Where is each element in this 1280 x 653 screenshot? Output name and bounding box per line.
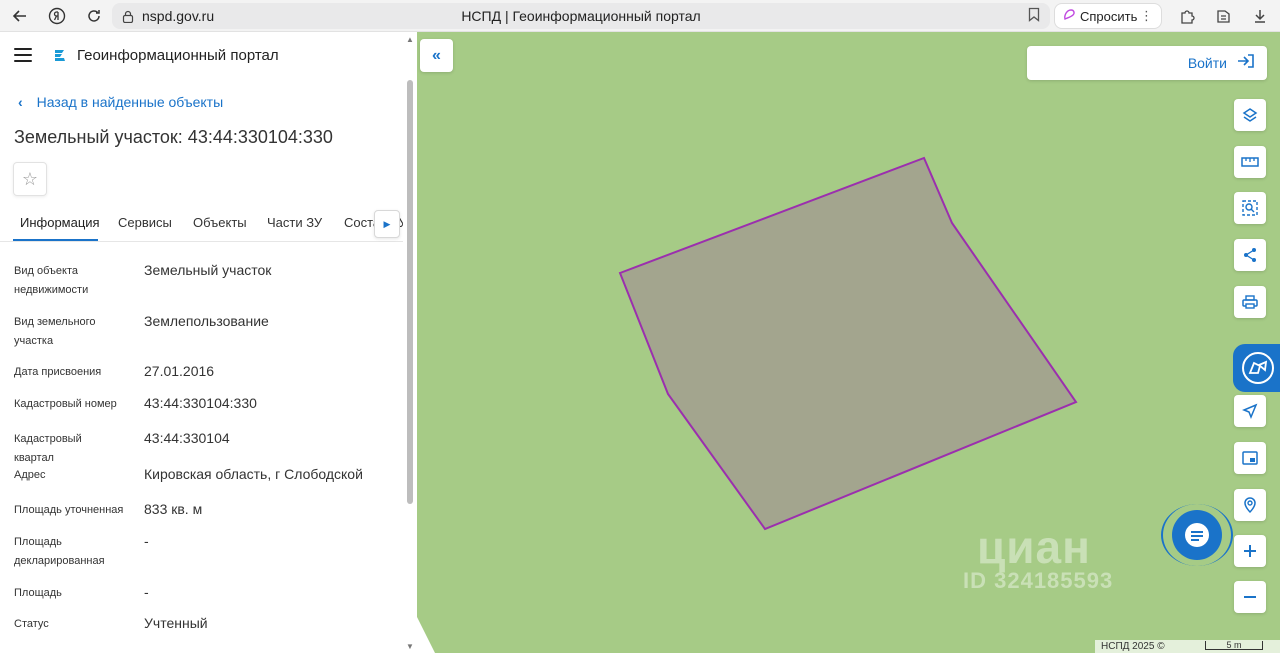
object-sidebar: Геоинформационный портал ‹ Назад в найде… <box>0 32 417 653</box>
zoom-in-button[interactable] <box>1234 535 1266 567</box>
yandex-icon[interactable] <box>39 0 75 32</box>
point-search-button[interactable] <box>1234 489 1266 521</box>
prop-value: Учтенный <box>144 615 208 631</box>
url-text: nspd.gov.ru <box>142 8 215 24</box>
scale-bar: 5 m <box>1205 641 1263 650</box>
layers-button[interactable] <box>1234 99 1266 131</box>
prop-label: Площадь декларированная <box>14 536 105 567</box>
copyright-text: НСПД 2025 © <box>1101 641 1165 652</box>
prop-label: Адрес <box>14 469 46 481</box>
chevron-left-icon: ‹ <box>18 94 23 110</box>
prop-value: 27.01.2016 <box>144 363 215 379</box>
prop-label: Вид объекта недвижимости <box>14 265 89 296</box>
reload-icon[interactable] <box>76 0 112 32</box>
portal-logo-icon <box>55 50 65 61</box>
prop-label: Кадастровый номер <box>14 398 117 410</box>
collections-icon[interactable] <box>1212 5 1234 27</box>
tab-objects[interactable]: Объекты <box>193 215 247 230</box>
back-to-results-link[interactable]: ‹ Назад в найденные объекты <box>18 94 223 110</box>
chat-icon <box>1185 523 1209 547</box>
watermark-brand: циан <box>977 521 1091 573</box>
plus-icon <box>1244 545 1256 557</box>
share-icon <box>1244 248 1256 262</box>
extensions-icon[interactable] <box>1176 5 1198 27</box>
login-icon <box>1237 53 1255 74</box>
print-button[interactable] <box>1234 286 1266 318</box>
address-bar[interactable]: nspd.gov.ru НСПД | Геоинформационный пор… <box>112 3 1050 29</box>
prop-value: - <box>144 533 149 549</box>
prop-label: Площадь <box>14 587 62 599</box>
land-parcel-polygon[interactable] <box>618 156 1078 531</box>
tab-information[interactable]: Информация <box>20 215 100 230</box>
prop-value: 43:44:330104 <box>144 430 230 446</box>
lock-icon <box>122 10 134 23</box>
print-icon <box>1242 295 1258 309</box>
sidebar-scrollbar[interactable] <box>407 80 413 504</box>
map-canvas[interactable]: циан ID 324185593 « Войти НСПД 2025 © 5 … <box>417 32 1280 653</box>
minus-icon <box>1244 596 1256 598</box>
drawing-tool-icon <box>1242 352 1274 384</box>
ai-spark-icon <box>1063 8 1076 24</box>
prop-value: 43:44:330104:330 <box>144 395 257 411</box>
geolocation-button[interactable] <box>1234 395 1266 427</box>
tabs-bar: Информация Сервисы Объекты Части ЗУ Сост… <box>0 202 403 242</box>
tab-services[interactable]: Сервисы <box>118 215 172 230</box>
ruler-button[interactable] <box>1234 146 1266 178</box>
area-select-button[interactable] <box>1234 192 1266 224</box>
collapse-sidebar-button[interactable]: « <box>420 39 453 72</box>
area-select-icon <box>1242 200 1258 216</box>
login-button[interactable]: Войти <box>1027 46 1267 80</box>
watermark-id: ID 324185593 <box>963 568 1114 593</box>
ruler-icon <box>1241 157 1259 167</box>
ask-button[interactable]: Спросить ⋮ <box>1054 3 1162 29</box>
bookmark-icon[interactable] <box>1028 7 1040 26</box>
location-search-icon <box>1244 497 1256 514</box>
ask-button-label: Спросить <box>1080 8 1138 24</box>
prop-value: Землепользование <box>144 313 269 329</box>
prop-label: Площадь уточненная <box>14 504 124 516</box>
browser-toolbar: nspd.gov.ru НСПД | Геоинформационный пор… <box>0 0 1280 32</box>
drawing-mode-button[interactable] <box>1233 344 1280 392</box>
download-icon[interactable] <box>1249 5 1271 27</box>
tab-parts[interactable]: Части ЗУ <box>267 215 322 230</box>
navigation-arrow-icon <box>1242 403 1258 419</box>
tab-title: НСПД | Геоинформационный портал <box>461 8 701 24</box>
share-button[interactable] <box>1234 239 1266 271</box>
zoom-out-button[interactable] <box>1234 581 1266 613</box>
back-link-label: Назад в найденные объекты <box>36 94 224 110</box>
prop-value: Кировская область, г Слободской <box>144 466 363 482</box>
scroll-up-icon[interactable]: ▲ <box>405 35 415 44</box>
prop-label: Дата присвоения <box>14 366 102 378</box>
prop-label: Вид земельного участка <box>14 316 96 347</box>
portal-name: Геоинформационный портал <box>77 47 279 64</box>
prop-label: Статус <box>14 618 49 630</box>
prop-value: 833 кв. м <box>144 501 203 517</box>
scroll-down-icon[interactable]: ▼ <box>405 642 415 651</box>
tabs-scroll-right-icon[interactable]: ▶ <box>374 210 400 238</box>
chat-button[interactable] <box>1172 510 1222 560</box>
minimap-icon <box>1242 451 1258 465</box>
map-layer <box>417 156 1078 653</box>
prop-label: Кадастровый квартал <box>14 433 82 464</box>
minimap-button[interactable] <box>1234 442 1266 474</box>
login-button-label: Войти <box>1187 55 1227 71</box>
map-attribution: НСПД 2025 © 5 m <box>1095 640 1280 653</box>
map-edge-shape <box>417 617 435 653</box>
favorite-star-icon[interactable]: ☆ <box>13 162 47 196</box>
object-title: Земельный участок: 43:44:330104:330 <box>14 127 333 147</box>
menu-icon[interactable] <box>14 48 32 62</box>
prop-value: - <box>144 584 149 600</box>
more-vert-icon[interactable]: ⋮ <box>1140 8 1153 24</box>
active-tab-indicator <box>13 239 98 241</box>
prop-value: Земельный участок <box>144 262 272 278</box>
back-arrow-icon[interactable] <box>2 0 38 32</box>
layers-icon <box>1242 108 1258 122</box>
